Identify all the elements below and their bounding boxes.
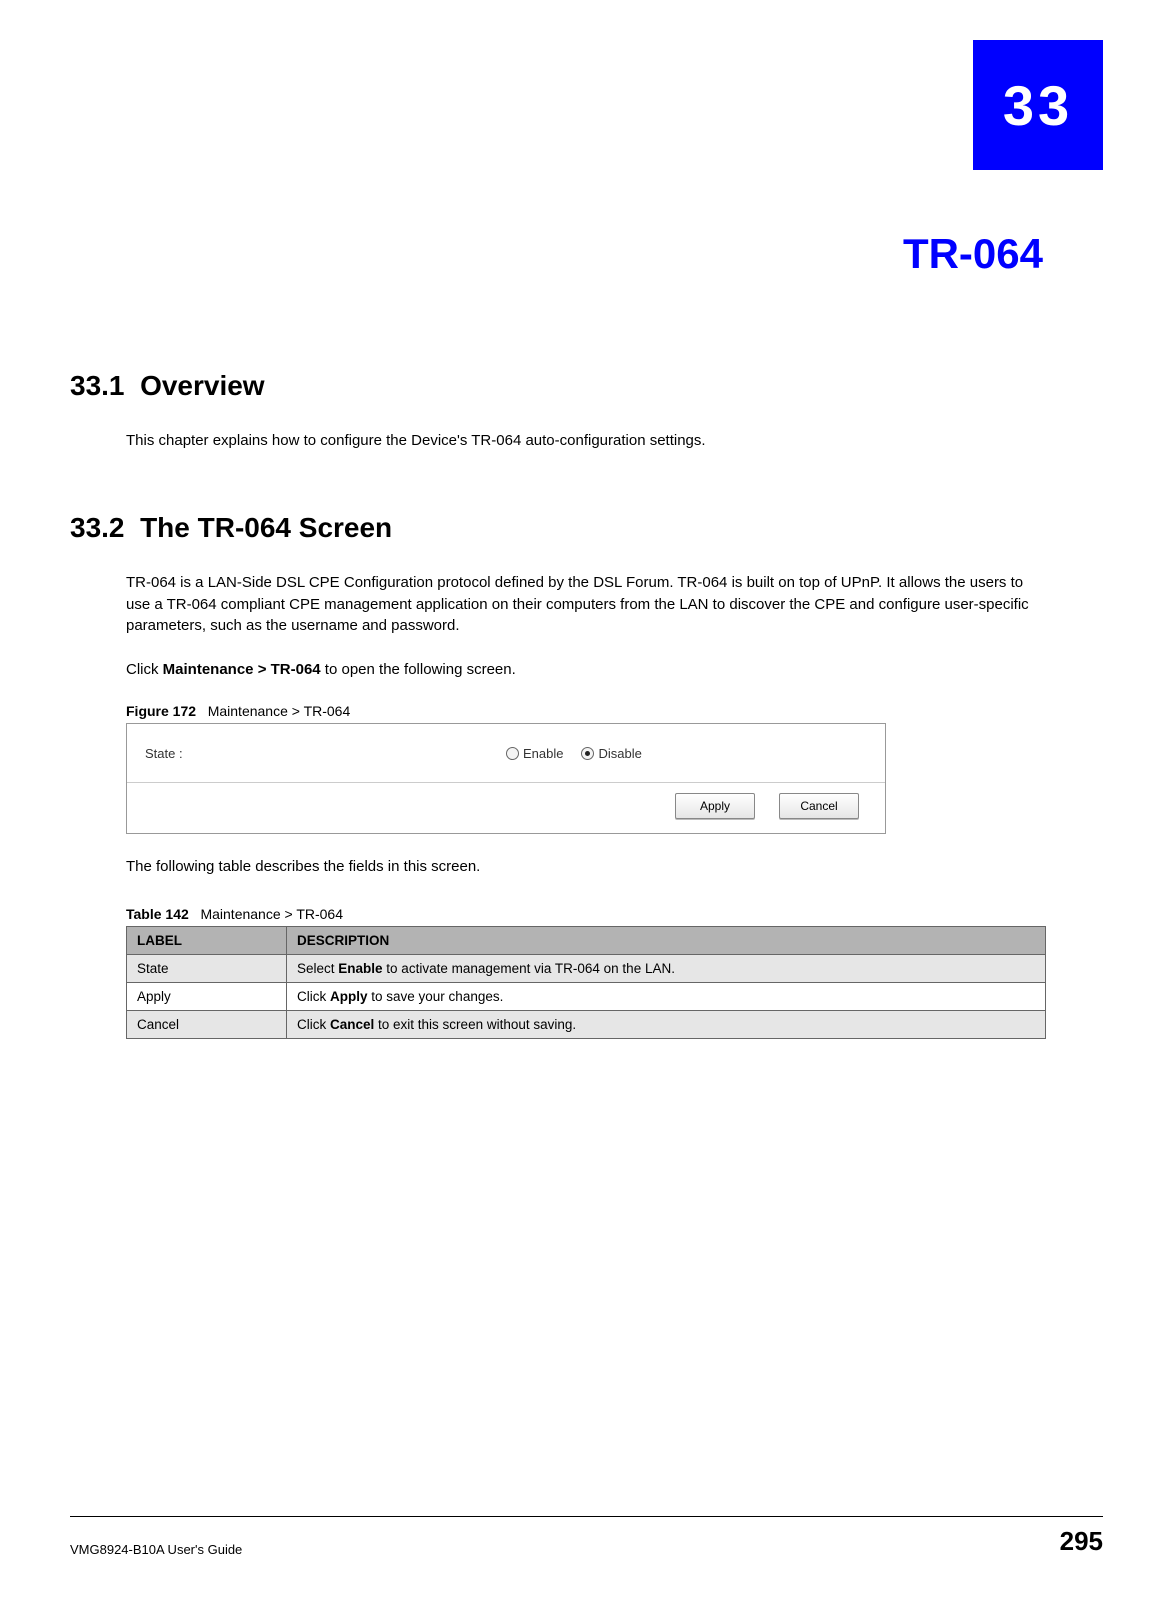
table-row: Cancel Click Cancel to exit this screen … — [127, 1010, 1046, 1038]
section-num: 33.1 — [70, 370, 125, 401]
state-row: State : Enable Disable — [127, 734, 885, 774]
apply-button[interactable]: Apply — [675, 793, 755, 819]
figure-caption-text: Maintenance > TR-064 — [208, 703, 351, 719]
text-fragment: to activate management via TR-064 on the… — [383, 961, 675, 976]
cell-description: Select Enable to activate management via… — [287, 954, 1046, 982]
screenshot-panel: State : Enable Disable Apply — [126, 723, 886, 834]
figure-label: Figure 172 — [126, 703, 196, 719]
table-intro: The following table describes the fields… — [126, 856, 1043, 878]
chapter-number-tab: 33 — [973, 40, 1103, 170]
section-num: 33.2 — [70, 512, 125, 543]
cell-description: Click Cancel to exit this screen without… — [287, 1010, 1046, 1038]
text-fragment: Select — [297, 961, 338, 976]
state-label: State : — [145, 746, 506, 761]
table-caption: Table 142 Maintenance > TR-064 — [126, 906, 1043, 922]
page-number: 295 — [1060, 1526, 1103, 1557]
footer-guide-name: VMG8924-B10A User's Guide — [70, 1542, 242, 1557]
table-label: Table 142 — [126, 906, 189, 922]
col-description: DESCRIPTION — [287, 926, 1046, 954]
section-heading-overview: 33.1 Overview — [70, 370, 1043, 402]
table-header-row: LABEL DESCRIPTION — [127, 926, 1046, 954]
cancel-button[interactable]: Cancel — [779, 793, 859, 819]
cell-label: Apply — [127, 982, 287, 1010]
figure-caption: Figure 172 Maintenance > TR-064 — [126, 703, 1043, 719]
section-title: The TR-064 Screen — [140, 512, 392, 543]
tr064-paragraph-1: TR-064 is a LAN-Side DSL CPE Configurati… — [126, 572, 1043, 637]
text-fragment: Click — [297, 1017, 330, 1032]
chapter-title: TR-064 — [903, 230, 1043, 278]
overview-paragraph: This chapter explains how to configure t… — [126, 430, 1043, 452]
text-bold: Apply — [330, 989, 368, 1004]
col-label: LABEL — [127, 926, 287, 954]
radio-icon — [506, 747, 519, 760]
table-caption-text: Maintenance > TR-064 — [200, 906, 343, 922]
text-bold: Maintenance > TR-064 — [163, 661, 321, 678]
text-fragment: to exit this screen without saving. — [374, 1017, 576, 1032]
cell-description: Click Apply to save your changes. — [287, 982, 1046, 1010]
radio-disable[interactable]: Disable — [581, 746, 641, 761]
section-title: Overview — [140, 370, 265, 401]
radio-icon — [581, 747, 594, 760]
table-row: State Select Enable to activate manageme… — [127, 954, 1046, 982]
radio-enable-label: Enable — [523, 746, 563, 761]
text-fragment: Click — [126, 661, 163, 678]
description-table: LABEL DESCRIPTION State Select Enable to… — [126, 926, 1046, 1039]
text-bold: Cancel — [330, 1017, 374, 1032]
section-heading-tr064: 33.2 The TR-064 Screen — [70, 512, 1043, 544]
radio-disable-label: Disable — [598, 746, 641, 761]
text-fragment: to save your changes. — [368, 989, 504, 1004]
tr064-paragraph-2: Click Maintenance > TR-064 to open the f… — [126, 659, 1043, 681]
text-fragment: Click — [297, 989, 330, 1004]
text-bold: Enable — [338, 961, 382, 976]
radio-enable[interactable]: Enable — [506, 746, 563, 761]
cell-label: Cancel — [127, 1010, 287, 1038]
footer-rule — [70, 1516, 1103, 1517]
table-row: Apply Click Apply to save your changes. — [127, 982, 1046, 1010]
cell-label: State — [127, 954, 287, 982]
text-fragment: to open the following screen. — [321, 661, 516, 678]
